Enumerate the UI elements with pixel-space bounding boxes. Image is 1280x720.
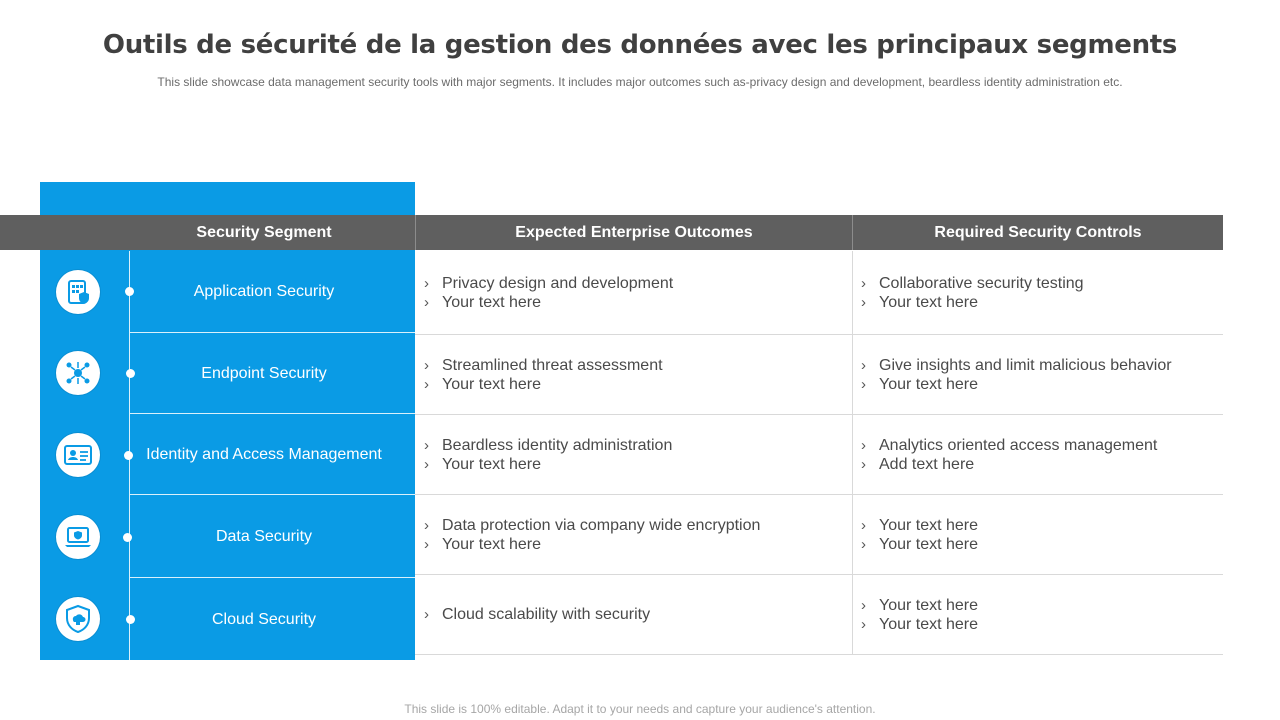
bullet-chevron-icon: ›: [424, 436, 429, 454]
cloud-lock-shield-icon: [56, 597, 100, 641]
column-divider: [852, 251, 853, 655]
endpoint-network-icon: [56, 351, 100, 395]
segment-label: Endpoint Security: [201, 364, 327, 382]
segment-label: Cloud Security: [211, 610, 317, 628]
control-item: Give insights and limit malicious behavi…: [879, 356, 1172, 374]
outcome-item: Beardless identity administration: [442, 436, 673, 454]
outcome-item: Your text here: [442, 293, 542, 311]
row-divider: [415, 654, 1223, 655]
outcome-item: Streamlined threat assessment: [442, 356, 663, 374]
control-item: Collaborative security testing: [879, 274, 1084, 292]
controls-cell: › Your text here › Your text here: [861, 495, 1221, 574]
footer-note: This slide is 100% editable. Adapt it to…: [404, 702, 876, 716]
slide-subtitle: This slide showcase data management secu…: [157, 75, 1123, 89]
bullet-chevron-icon: ›: [424, 516, 429, 534]
outcomes-cell: › Privacy design and development › Your te…: [424, 251, 844, 334]
header-required-controls: Required Security Controls: [934, 224, 1142, 241]
segment-label: Application Security: [193, 283, 335, 300]
outcomes-cell: › Cloud scalability with security: [424, 575, 844, 654]
app-security-icon: [56, 270, 100, 314]
control-item: Your text here: [879, 375, 979, 393]
id-card-icon: [56, 433, 100, 477]
control-item: Your text here: [879, 615, 979, 633]
header-security-segment: Security Segment: [196, 224, 332, 241]
control-item: Your text here: [879, 535, 979, 553]
outcomes-cell: › Beardless identity administration › Your…: [424, 415, 844, 494]
bullet-chevron-icon: ›: [424, 274, 429, 292]
slide-title: Outils de sécurité de la gestion des don…: [102, 30, 1178, 60]
bullet-chevron-icon: ›: [424, 293, 429, 311]
header-expected-outcomes: Expected Enterprise Outcomes: [515, 224, 753, 241]
bullet-chevron-icon: ›: [861, 516, 866, 534]
bullet-chevron-icon: ›: [861, 596, 866, 614]
bullet-chevron-icon: ›: [424, 535, 429, 553]
control-item: Add text here: [879, 455, 975, 473]
control-item: Analytics oriented access management: [879, 436, 1158, 454]
outcome-item: Your text here: [442, 375, 542, 393]
bullet-chevron-icon: ›: [861, 436, 866, 454]
bullet-chevron-icon: ›: [861, 375, 866, 393]
bullet-chevron-icon: ›: [424, 606, 429, 623]
outcome-item: Data protection via company wide encrypt…: [442, 516, 761, 534]
laptop-shield-icon: [56, 515, 100, 559]
controls-cell: › Your text here › Your text here: [861, 575, 1221, 654]
control-item: Your text here: [879, 293, 979, 311]
bullet-chevron-icon: ›: [861, 455, 866, 473]
bullet-chevron-icon: ›: [424, 455, 429, 473]
control-item: Your text here: [879, 516, 979, 534]
segment-label: Data Security: [215, 527, 313, 545]
bullet-chevron-icon: ›: [424, 375, 429, 393]
control-item: Your text here: [879, 596, 979, 614]
bullet-chevron-icon: ›: [861, 356, 866, 374]
segment-label: Identity and Access Management: [146, 445, 382, 463]
outcomes-cell: › Data protection via company wide encryp…: [424, 495, 844, 574]
outcome-item: Your text here: [442, 535, 542, 553]
outcome-item: Privacy design and development: [442, 274, 674, 292]
controls-cell: › Collaborative security testing › Your te…: [861, 251, 1221, 334]
bullet-chevron-icon: ›: [861, 293, 866, 311]
outcomes-cell: › Streamlined threat assessment › Your tex…: [424, 335, 844, 414]
bullet-chevron-icon: ›: [861, 274, 866, 292]
bullet-chevron-icon: ›: [861, 615, 866, 633]
bullet-chevron-icon: ›: [861, 535, 866, 553]
outcome-item: Your text here: [442, 455, 542, 473]
bullet-chevron-icon: ›: [424, 356, 429, 374]
outcome-item: Cloud scalability with security: [442, 606, 651, 623]
controls-cell: › Analytics oriented access management › A…: [861, 415, 1221, 494]
controls-cell: › Give insights and limit malicious behav…: [861, 335, 1221, 414]
